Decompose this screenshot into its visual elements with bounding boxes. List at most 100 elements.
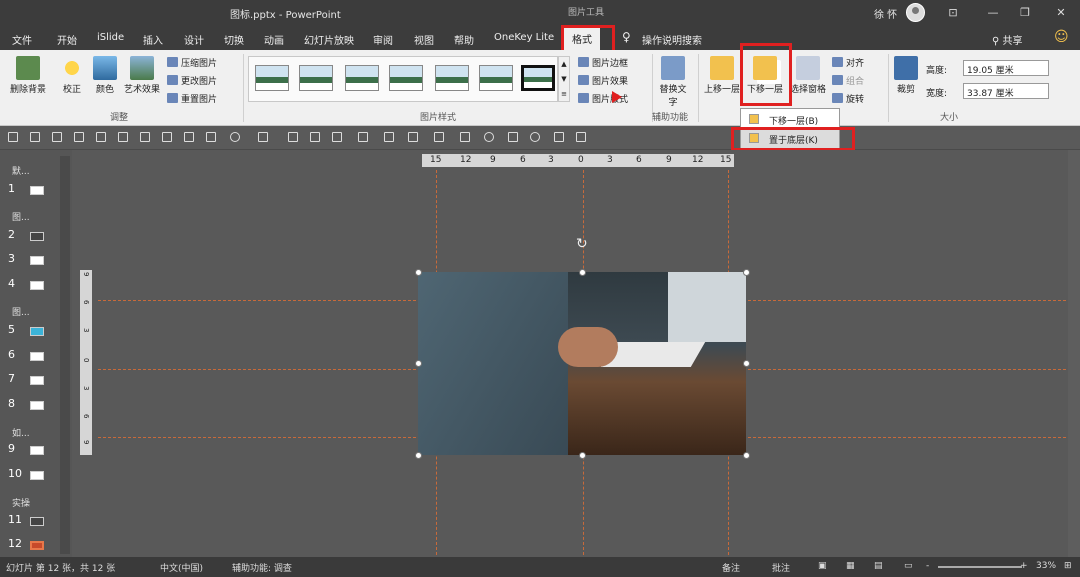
style-thumb-1[interactable] <box>255 65 289 91</box>
correct-button[interactable]: 校正 <box>58 56 86 95</box>
slide-thumb[interactable] <box>30 281 44 290</box>
comments-button[interactable]: 批注 <box>772 561 790 574</box>
width-field[interactable]: 33.87 厘米 <box>963 83 1049 99</box>
tab-format[interactable]: 格式 <box>564 26 600 50</box>
tab-insert[interactable]: 插入 <box>143 32 163 47</box>
slide-thumb[interactable] <box>30 327 44 336</box>
tab-help[interactable]: 帮助 <box>454 32 474 47</box>
style-thumb-7[interactable] <box>521 65 555 91</box>
smiley-icon[interactable]: ☺ <box>1054 29 1069 45</box>
tool-icon[interactable] <box>230 132 240 142</box>
tool-icon[interactable] <box>288 132 298 142</box>
style-thumb-2[interactable] <box>299 65 333 91</box>
tell-me-search[interactable]: 操作说明搜索 <box>642 32 702 47</box>
tool-icon[interactable] <box>434 132 444 142</box>
language[interactable]: 中文(中国) <box>160 561 203 574</box>
tool-icon[interactable] <box>140 132 150 142</box>
section-label[interactable]: 默... <box>12 164 30 177</box>
sorter-view-icon[interactable]: ▦ <box>846 561 855 571</box>
slide-thumb-selected[interactable] <box>30 541 44 550</box>
menu-send-backward[interactable]: 下移一层(B) <box>741 110 839 129</box>
tool-icon[interactable] <box>52 132 62 142</box>
selection-pane-button[interactable]: 选择窗格 <box>788 56 828 95</box>
style-thumb-5[interactable] <box>435 65 469 91</box>
tool-icon[interactable] <box>258 132 268 142</box>
tool-icon[interactable] <box>118 132 128 142</box>
slide-thumb[interactable] <box>30 352 44 361</box>
rotate-button[interactable]: 旋转 <box>832 92 864 105</box>
canvas-scrollbar[interactable] <box>1068 150 1080 557</box>
tool-icon[interactable] <box>508 132 518 142</box>
resize-handle[interactable] <box>415 452 422 459</box>
picture-effects-button[interactable]: 图片效果 <box>578 74 628 87</box>
tool-icon[interactable] <box>358 132 368 142</box>
slide-panel-scrollbar[interactable] <box>60 156 70 554</box>
tab-onekey[interactable]: OneKey Lite <box>494 32 554 43</box>
tool-icon[interactable] <box>576 132 586 142</box>
slide-thumb[interactable] <box>30 517 44 526</box>
reading-view-icon[interactable]: ▤ <box>874 561 883 571</box>
slide-thumb[interactable] <box>30 376 44 385</box>
picture-styles-gallery[interactable] <box>248 56 558 102</box>
accessibility-status[interactable]: 辅助功能: 调查 <box>232 561 292 574</box>
resize-handle[interactable] <box>415 269 422 276</box>
tool-icon[interactable] <box>332 132 342 142</box>
crop-button[interactable]: 裁剪 <box>892 56 920 95</box>
tool-icon[interactable] <box>96 132 106 142</box>
send-backward-button[interactable]: 下移一层 <box>744 56 786 95</box>
color-button[interactable]: 颜色 <box>91 56 119 95</box>
tool-icon[interactable] <box>460 132 470 142</box>
minimize-button[interactable]: — <box>984 4 1002 22</box>
restore-ribbon-icon[interactable]: ⊡ <box>944 4 962 22</box>
tool-icon[interactable] <box>206 132 216 142</box>
tool-icon[interactable] <box>384 132 394 142</box>
remove-background-button[interactable]: 删除背景 <box>6 56 50 95</box>
tab-slideshow[interactable]: 幻灯片放映 <box>304 32 354 47</box>
resize-handle[interactable] <box>743 269 750 276</box>
tool-icon[interactable] <box>162 132 172 142</box>
resize-handle[interactable] <box>743 452 750 459</box>
group-button[interactable]: 组合 <box>832 74 864 87</box>
selected-picture[interactable] <box>418 272 746 455</box>
resize-handle[interactable] <box>579 452 586 459</box>
slideshow-view-icon[interactable]: ▭ <box>904 561 913 571</box>
tool-icon[interactable] <box>74 132 84 142</box>
tab-home[interactable]: 开始 <box>57 32 77 47</box>
height-field[interactable]: 19.05 厘米 <box>963 60 1049 76</box>
gallery-scroll[interactable]: ▲ ▼ ≡ <box>558 56 570 102</box>
normal-view-icon[interactable]: ▣ <box>818 561 827 571</box>
section-label[interactable]: 图... <box>12 210 30 223</box>
tab-transitions[interactable]: 切换 <box>224 32 244 47</box>
tab-design[interactable]: 设计 <box>184 32 204 47</box>
fit-slide-icon[interactable]: ⊞ <box>1064 561 1072 571</box>
style-thumb-3[interactable] <box>345 65 379 91</box>
align-button[interactable]: 对齐 <box>832 56 864 69</box>
user-name[interactable]: 徐 怀 <box>874 6 897 21</box>
slide-thumb[interactable] <box>30 446 44 455</box>
menu-send-to-back[interactable]: 置于底层(K) <box>741 129 839 148</box>
circle-icon[interactable] <box>530 132 540 142</box>
circle-icon[interactable] <box>484 132 494 142</box>
compress-pictures-button[interactable]: 压缩图片 <box>167 56 217 69</box>
save-icon[interactable] <box>8 132 18 142</box>
close-button[interactable]: ✕ <box>1052 4 1070 22</box>
style-thumb-6[interactable] <box>479 65 513 91</box>
style-thumb-4[interactable] <box>389 65 423 91</box>
tool-icon[interactable] <box>554 132 564 142</box>
zoom-level[interactable]: 33% <box>1036 561 1056 571</box>
rotate-handle-icon[interactable]: ↻ <box>576 236 588 252</box>
picture-border-button[interactable]: 图片边框 <box>578 56 628 69</box>
section-label[interactable]: 如... <box>12 426 30 439</box>
tab-islide[interactable]: iSlide <box>97 32 124 43</box>
maximize-button[interactable]: ❐ <box>1016 4 1034 22</box>
artistic-effects-button[interactable]: 艺术效果 <box>121 56 163 95</box>
change-picture-button[interactable]: 更改图片 <box>167 74 217 87</box>
slide-thumb[interactable] <box>30 256 44 265</box>
tool-icon[interactable] <box>30 132 40 142</box>
notes-button[interactable]: 备注 <box>722 561 740 574</box>
section-label[interactable]: 图... <box>12 305 30 318</box>
zoom-out-button[interactable]: - <box>926 561 929 571</box>
slide-thumb[interactable] <box>30 471 44 480</box>
section-label[interactable]: 实操 <box>12 496 30 509</box>
slide-thumb[interactable] <box>30 232 44 241</box>
